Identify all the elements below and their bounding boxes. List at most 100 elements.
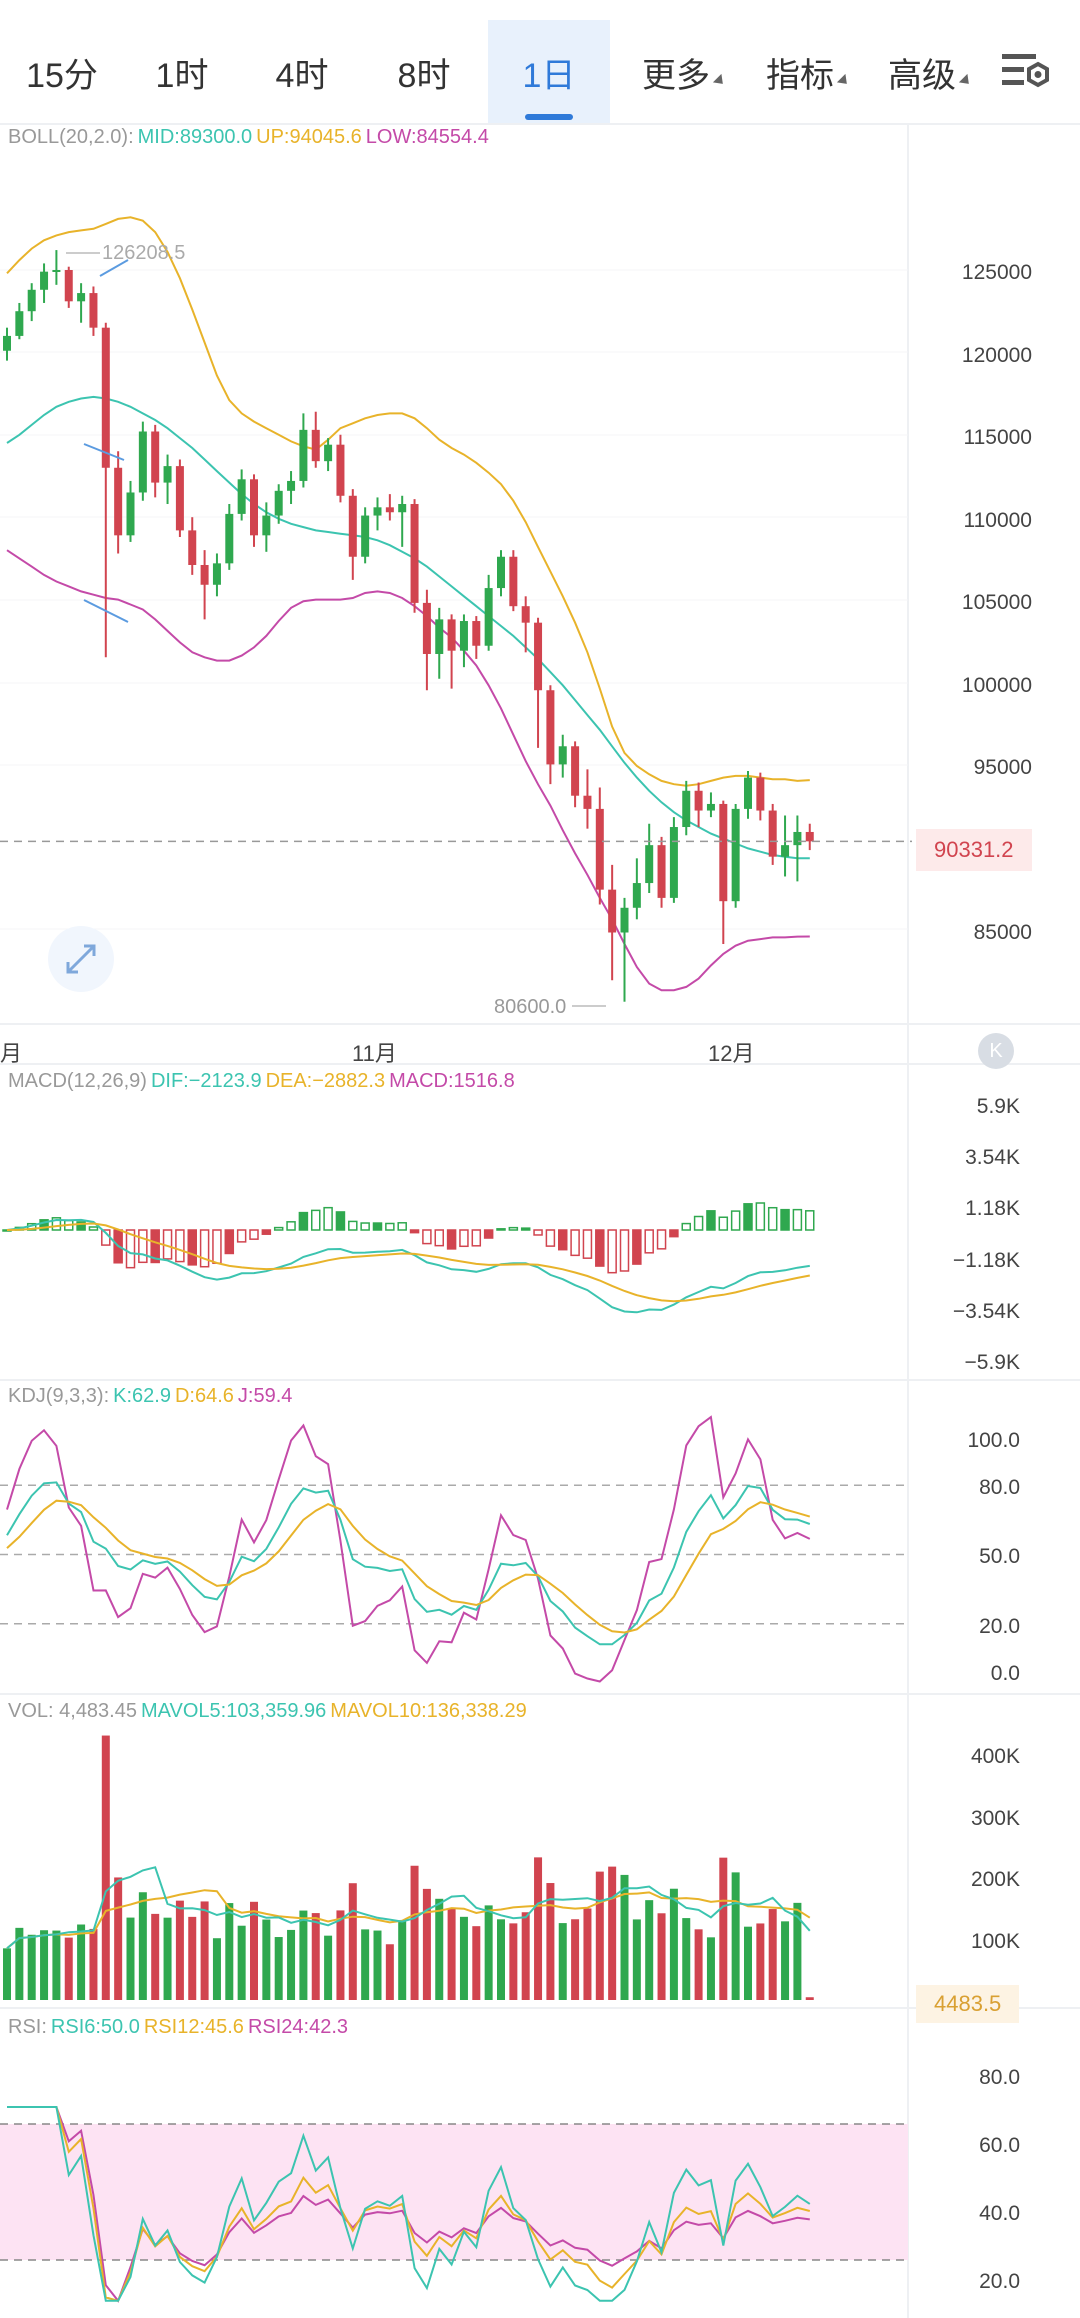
candle-body	[64, 270, 73, 302]
kdj-d-line	[6, 1499, 811, 1634]
macd-histogram-bar	[792, 1208, 803, 1231]
macd-histogram-bar	[743, 1203, 753, 1231]
candle-body	[706, 803, 715, 811]
candle-body	[447, 619, 456, 651]
y-tick-label: 50.0	[979, 1545, 1020, 1568]
y-tick-label: 85000	[973, 921, 1032, 944]
volume-bar	[348, 1883, 357, 2000]
volume-bar	[719, 1857, 728, 2000]
candle-body	[101, 327, 110, 468]
macd-histogram-bar	[595, 1229, 605, 1267]
kline-reset-button[interactable]: K	[978, 1033, 1014, 1069]
y-tick-label: 200K	[970, 1868, 1020, 1891]
candle-body	[521, 606, 530, 623]
volume-bar	[632, 1919, 641, 2000]
candle-body	[40, 271, 49, 290]
candle-body	[250, 479, 258, 536]
macd-histogram-bar	[323, 1206, 333, 1231]
macd-histogram-bar	[508, 1226, 519, 1231]
candle-body	[336, 444, 345, 496]
macd-histogram-bar	[693, 1215, 704, 1231]
candle-body	[398, 504, 407, 513]
candle-body	[212, 563, 221, 585]
candle-body	[595, 808, 604, 890]
candle-body	[509, 556, 518, 607]
volume-bar	[212, 1938, 221, 2000]
volume-bar	[410, 1865, 419, 2000]
volume-bar	[756, 1923, 765, 2000]
macd-histogram-bar	[483, 1229, 494, 1239]
macd-histogram-bar	[471, 1229, 482, 1247]
candle-body	[669, 827, 678, 898]
y-tick-label: 0.0	[990, 1662, 1020, 1685]
candle-body	[311, 429, 320, 462]
y-tick-label: −3.54K	[952, 1300, 1020, 1323]
volume-bar	[40, 1930, 49, 2000]
volume-bar	[694, 1929, 703, 2000]
volume-bar	[583, 1908, 592, 2000]
high-price-marker: 126208.5	[102, 242, 186, 264]
macd-histogram-bar	[88, 1226, 99, 1231]
candle-body	[484, 588, 493, 646]
macd-histogram-bar	[496, 1228, 506, 1231]
macd-histogram-bar	[669, 1229, 679, 1238]
macd-histogram-bar	[286, 1221, 296, 1231]
macd-histogram-bar	[298, 1211, 309, 1231]
candle-body	[731, 808, 740, 902]
macd-histogram-bar	[558, 1229, 568, 1251]
macd-histogram-bar	[335, 1211, 346, 1231]
candle-body	[719, 803, 728, 902]
y-tick-label: 60.0	[979, 2134, 1020, 2157]
candle-body	[52, 270, 61, 272]
candle-body	[151, 431, 160, 483]
candle-body	[571, 746, 580, 796]
candle-body	[237, 479, 246, 514]
expand-chart-button[interactable]	[48, 926, 114, 992]
macd-histogram-bar	[582, 1229, 593, 1259]
candle-body	[200, 564, 209, 585]
volume-bar	[385, 1944, 394, 2000]
volume-bar	[781, 1921, 790, 2000]
boll-lower-line	[6, 549, 810, 992]
candle-body	[756, 777, 765, 811]
volume-bar	[744, 1926, 752, 2000]
date-label: 月	[0, 1041, 23, 1066]
macd-dea-line	[6, 1222, 810, 1303]
expand-icon	[66, 944, 96, 974]
volume-bar	[447, 1908, 456, 2000]
candle-body	[361, 515, 370, 557]
candle-body	[138, 431, 147, 493]
macd-histogram-bar	[175, 1229, 185, 1263]
macd-histogram-bar	[360, 1222, 370, 1231]
candle-body	[385, 507, 394, 513]
volume-bar	[657, 1913, 666, 2000]
candle-body	[225, 513, 234, 564]
candle-body	[188, 530, 197, 565]
volume-bar	[250, 1901, 258, 2000]
candle-body	[324, 444, 333, 462]
y-tick-label: 80.0	[979, 2066, 1020, 2089]
y-tick-label: 1.18K	[965, 1197, 1020, 1220]
macd-histogram-bar	[187, 1229, 197, 1266]
macd-histogram-bar	[273, 1226, 284, 1231]
macd-histogram-bar	[409, 1229, 420, 1234]
current-volume-tag: 4483.5	[916, 1985, 1020, 2023]
candle-body	[459, 621, 468, 651]
y-tick-label: 125000	[961, 261, 1032, 284]
kdj-j-line	[6, 1415, 811, 1683]
volume-bar	[509, 1923, 518, 2000]
candle-body	[299, 429, 308, 481]
volume-bar	[262, 1919, 271, 2000]
k-icon: K	[989, 1040, 1003, 1062]
volume-bar	[324, 1935, 333, 2000]
volume-bar	[64, 1937, 73, 2000]
y-tick-label: 40.0	[979, 2202, 1020, 2225]
candle-body	[694, 790, 703, 811]
macd-histogram-bar	[422, 1229, 432, 1245]
candle-body	[114, 467, 123, 536]
volume-bar	[435, 1898, 444, 2000]
low-price-marker: 80600.0	[494, 996, 567, 1018]
macd-histogram-bar	[706, 1210, 716, 1231]
macd-histogram-bar	[446, 1229, 457, 1250]
candle-body	[422, 602, 431, 654]
